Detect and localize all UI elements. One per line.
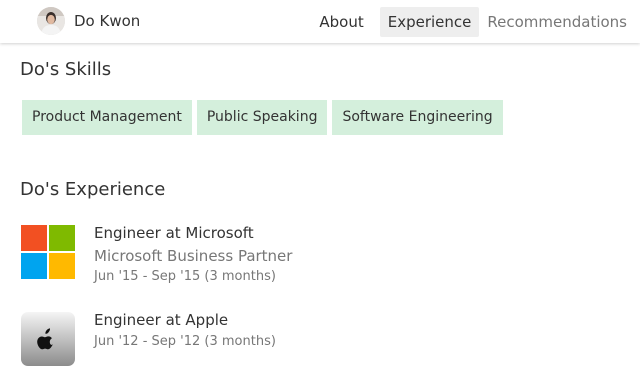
job-dates: Jun '15 - Sep '15 (3 months): [94, 269, 276, 284]
profile-brand[interactable]: Do Kwon: [37, 7, 140, 35]
job-dates: Jun '12 - Sep '12 (3 months): [94, 334, 276, 349]
nav-experience[interactable]: Experience: [379, 7, 480, 37]
nav-about[interactable]: About: [311, 7, 371, 37]
skills-heading: Do's Skills: [20, 59, 112, 80]
skills-list: Product Management Public Speaking Softw…: [22, 100, 508, 135]
skill-tag[interactable]: Product Management: [22, 100, 192, 135]
apple-logo-icon: [20, 311, 76, 367]
microsoft-logo-icon: [20, 224, 76, 280]
job-company[interactable]: Microsoft Business Partner: [94, 247, 292, 265]
job-title[interactable]: Engineer at Microsoft: [94, 224, 292, 242]
experience-heading: Do's Experience: [20, 179, 166, 200]
skill-tag[interactable]: Public Speaking: [196, 100, 328, 135]
profile-name[interactable]: Do Kwon: [74, 12, 140, 30]
section-nav: About Experience Recommendations: [311, 7, 640, 37]
skill-tag[interactable]: Software Engineering: [332, 100, 503, 135]
job-details: Engineer at Microsoft Microsoft Business…: [94, 224, 292, 284]
job-details: Engineer at Apple Jun '12 - Sep '12 (3 m…: [94, 311, 276, 349]
job-title[interactable]: Engineer at Apple: [94, 311, 276, 329]
top-nav-bar: Do Kwon About Experience Recommendations: [0, 0, 640, 43]
avatar: [37, 7, 65, 35]
nav-recommendations[interactable]: Recommendations: [479, 7, 640, 37]
